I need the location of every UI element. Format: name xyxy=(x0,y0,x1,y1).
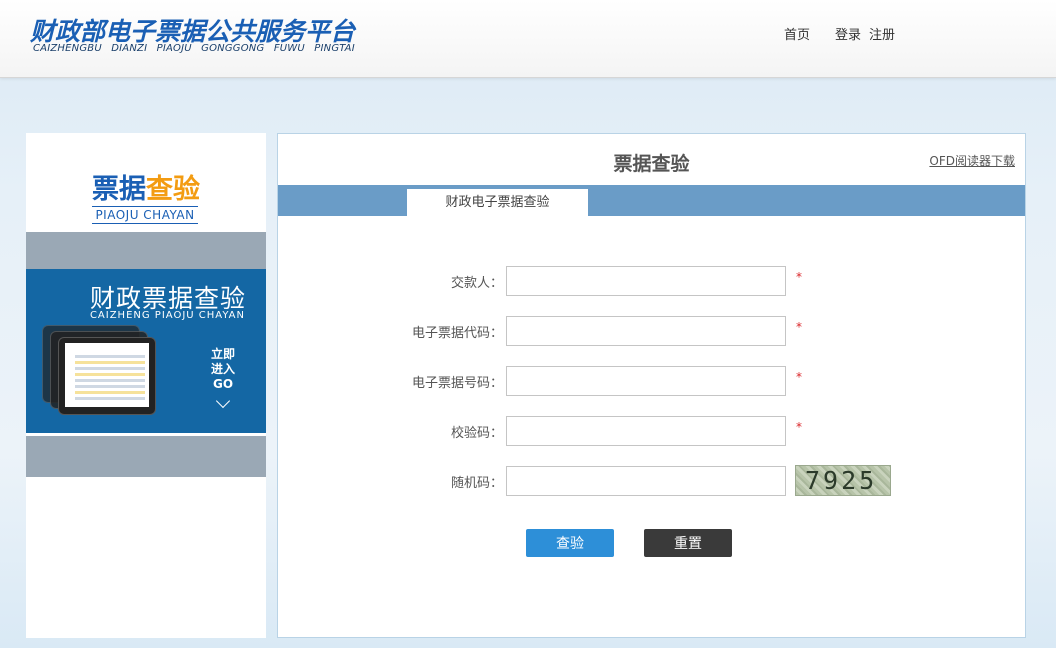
site-header: 财政部电子票据公共服务平台 CAIZHENGBU DIANZI PIAOJU G… xyxy=(0,0,1056,78)
banner-pinyin: CAIZHENG PIAOJU CHAYAN xyxy=(89,310,245,321)
form-row-random: 随机码： 7925 xyxy=(278,465,1025,496)
required-mark: * xyxy=(796,270,802,284)
payer-label: 交款人： xyxy=(450,276,503,291)
verify-banner[interactable]: 财政票据查验 CAIZHENG PIAOJU CHAYAN 立即 进入 GO xyxy=(26,269,266,433)
payer-input[interactable] xyxy=(506,266,786,296)
form-row-code: 电子票据代码： * xyxy=(278,316,1025,346)
ebill-code-label: 电子票据代码： xyxy=(411,326,503,341)
check-code-input[interactable] xyxy=(506,416,786,446)
chevron-down-icon xyxy=(215,393,231,409)
enter-go-button[interactable]: 立即 进入 GO xyxy=(206,347,240,409)
nav-home-link[interactable]: 首页 xyxy=(784,28,810,43)
sidebar-title-pinyin: PIAOJU CHAYAN xyxy=(92,206,198,224)
sidebar-title-part1: 票据 xyxy=(92,174,146,205)
captcha-text: 7925 xyxy=(805,466,878,495)
verify-panel: 票据查验 OFD阅读器下载 财政电子票据查验 交款人： * 电子票据代码： * … xyxy=(277,133,1026,638)
tab-fiscal-ebill-verify[interactable]: 财政电子票据查验 xyxy=(407,189,588,216)
sidebar-title: 票据查验 xyxy=(26,167,266,206)
sidebar-divider-top xyxy=(26,232,266,269)
required-mark: * xyxy=(796,420,802,434)
sidebar-title-part2: 查验 xyxy=(146,174,200,205)
required-mark: * xyxy=(796,320,802,334)
random-code-label: 随机码： xyxy=(450,476,503,491)
nav-login-link[interactable]: 登录 xyxy=(835,28,861,43)
reset-button[interactable]: 重置 xyxy=(644,529,732,557)
ebill-number-label: 电子票据号码： xyxy=(411,376,503,391)
tablet-image xyxy=(58,337,156,415)
logo-subtitle: CAIZHENGBU DIANZI PIAOJU GONGGONG FUWU P… xyxy=(33,43,355,54)
nav-register-link[interactable]: 注册 xyxy=(869,28,895,43)
captcha-image[interactable]: 7925 xyxy=(795,465,891,496)
ebill-code-input[interactable] xyxy=(506,316,786,346)
enter-line3: GO xyxy=(212,377,234,391)
sidebar-divider-bottom xyxy=(26,436,266,477)
form-row-number: 电子票据号码： * xyxy=(278,366,1025,396)
enter-line2: 进入 xyxy=(210,362,235,376)
check-button[interactable]: 查验 xyxy=(526,529,614,557)
ebill-number-input[interactable] xyxy=(506,366,786,396)
tab-bar: 财政电子票据查验 xyxy=(278,185,1025,216)
sidebar: 票据查验 PIAOJU CHAYAN 财政票据查验 CAIZHENG PIAOJ… xyxy=(26,133,266,638)
ofd-reader-download-link[interactable]: OFD阅读器下载 xyxy=(929,152,1015,169)
form-row-payer: 交款人： * xyxy=(278,266,1025,296)
random-code-input[interactable] xyxy=(506,466,786,496)
check-code-label: 校验码： xyxy=(450,426,503,441)
form-row-checkcode: 校验码： * xyxy=(278,416,1025,446)
enter-line1: 立即 xyxy=(210,347,235,361)
required-mark: * xyxy=(796,370,802,384)
page-title: 票据查验 xyxy=(613,153,690,175)
